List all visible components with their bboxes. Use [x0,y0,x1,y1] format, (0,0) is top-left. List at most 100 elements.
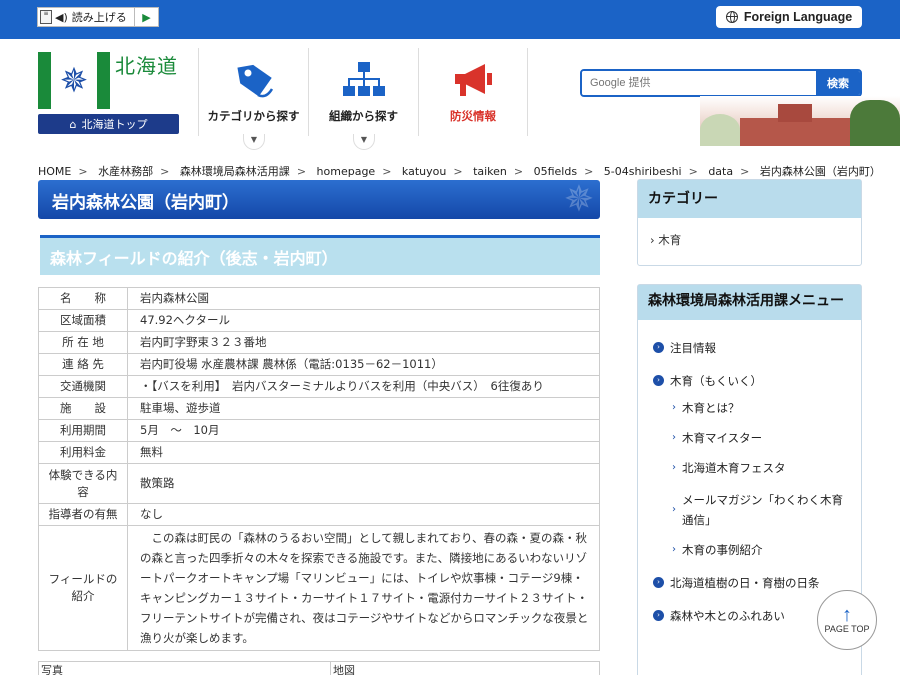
chevron-right-icon: › [672,432,676,443]
row-value: なし [127,503,600,526]
section-heading: 森林フィールドの紹介（後志・岩内町） [40,235,600,275]
row-header: フィールドの紹介 [38,525,128,651]
table-row: 所 在 地岩内町字野束３２３番地 [38,331,600,354]
breadcrumb-item[interactable]: 05fields [534,165,577,178]
chevron-circle-icon: › [653,342,664,353]
breadcrumb-item[interactable]: homepage [317,165,376,178]
row-value: 岩内森林公園 [127,287,600,310]
menu-item-label: 木育の事例紹介 [682,543,763,557]
chevron-down-icon[interactable]: ▼ [353,134,375,150]
row-header: 所 在 地 [38,331,128,354]
logo-text[interactable]: 北海道 [115,50,178,79]
submenu-item[interactable]: › 木育の事例紹介 [638,542,861,558]
row-value: この森は町民の「森林のうるおい空間」として親しまれており、春の森・夏の森・秋の森… [127,525,600,651]
breadcrumb-item[interactable]: taiken [473,165,507,178]
row-header: 利用料金 [38,441,128,464]
document-icon: ≡ [40,10,52,24]
breadcrumb-item[interactable]: 水産林務部 [98,165,153,178]
menu-item[interactable]: › 注目情報 [638,340,861,356]
table-row: 利用期間 5月 ～ 10月 [38,419,600,442]
row-header: 施 設 [38,397,128,420]
menu-item-label: 木育マイスター [682,431,763,445]
submenu-item[interactable]: › メールマガジン「わくわく木育通信」 [638,490,861,530]
breadcrumb-current: 岩内森林公園（岩内町） [759,165,881,178]
category-box: カテゴリー › 木育 [637,179,862,266]
row-value: 5月 ～ 10月 [127,419,600,442]
menu-item[interactable]: › 北海道植樹の日・育樹の日条 [638,575,861,591]
globe-icon [725,11,738,23]
row-value: 岩内町役場 水産農林課 農林係（電話:0135－62－1011） [127,353,600,376]
menu-item-label: 北海道植樹の日・育樹の日条 [670,576,820,590]
breadcrumb-item[interactable]: 森林環境局森林活用課 [180,165,290,178]
page-top-label: PAGE TOP [824,624,870,634]
table-row: フィールドの紹介 この森は町民の「森林のうるおい空間」として親しまれており、春の森… [38,525,600,651]
nav-category-search[interactable]: カテゴリから探す ▼ [198,48,308,150]
breadcrumb: HOME > 水産林務部 > 森林環境局森林活用課 > homepage > katuy… [38,165,881,178]
row-header: 体験できる内容 [38,463,128,504]
breadcrumb-item[interactable]: 5-04shiribeshi [604,165,682,178]
chevron-right-icon: › [672,402,676,413]
menu-item-label: 木育とは？ [682,401,740,415]
foreign-language-button[interactable]: Foreign Language [716,6,862,28]
table-row: 体験できる内容 散策路 [38,463,600,504]
nav-organization-search[interactable]: 組織から探す ▼ [308,48,418,150]
chevron-circle-icon: › [653,375,664,386]
submenu-item[interactable]: › 木育とは？ [638,400,861,416]
row-header: 利用期間 [38,419,128,442]
category-item-label: 木育 [658,233,682,247]
play-icon[interactable]: ▶ [134,8,158,26]
page-title-text: 岩内森林公園（岩内町） [52,193,239,213]
menu-item-label: 北海道木育フェスタ [682,461,786,475]
row-header: 区域面積 [38,309,128,332]
header-illustration [700,96,900,146]
page-title: 岩内森林公園（岩内町） ✵ [38,180,600,219]
top-bar: ≡ ◀) 読み上げる ▶ Foreign Language [0,0,900,39]
breadcrumb-item[interactable]: katuyou [402,165,446,178]
breadcrumb-item[interactable]: data [708,165,733,178]
megaphone-icon [450,58,496,104]
chevron-right-icon: › [672,462,676,473]
section-menu-title: 森林環境局森林活用課メニュー [638,285,861,320]
table-row: 指導者の有無 なし [38,503,600,526]
search-input[interactable] [582,71,816,95]
category-title: カテゴリー [638,180,861,218]
table-row: 区域面積 47.92ヘクタール [38,309,600,332]
menu-item-label: 注目情報 [670,341,716,355]
table-row: 交通機関 ・【バスを利用】 岩内バスターミナルよりバスを利用（中央バス） 6往復あ… [38,375,600,398]
foreign-language-label: Foreign Language [743,10,853,24]
hokkaido-top-link[interactable]: ⌂ 北海道トップ [38,114,179,134]
nav-disaster-info[interactable]: 防災情報 [418,48,528,136]
submenu-item[interactable]: › 北海道木育フェスタ [638,460,861,476]
row-value: 47.92ヘクタール [127,309,600,332]
read-aloud-label: 読み上げる [71,11,127,24]
page-top-button[interactable]: ↑ PAGE TOP [817,590,877,650]
row-header: 名 称 [38,287,128,310]
org-chart-icon [341,58,387,104]
table-row: 利用料金 無料 [38,441,600,464]
table-row: 連 絡 先岩内町役場 水産農林課 農林係（電話:0135－62－1011） [38,353,600,376]
breadcrumb-item[interactable]: HOME [38,165,71,178]
hokkaido-top-label: 北海道トップ [81,118,148,131]
nav-category-label: カテゴリから探す [207,109,300,123]
chevron-circle-icon: › [653,610,664,621]
arrow-up-icon: ↑ [842,604,852,626]
row-value: ・【バスを利用】 岩内バスターミナルよりバスを利用（中央バス） 6往復あり [127,375,600,398]
hokkaido-logo[interactable]: ✵ [38,52,110,109]
chevron-right-icon: › [650,233,655,247]
photo-map-header: 写真 地図 [38,661,600,675]
nav-organization-label: 組織から探す [329,109,398,123]
category-item[interactable]: › 木育 [638,218,861,262]
menu-item[interactable]: › 木育（もくいく） [638,373,861,389]
chevron-right-icon: › [672,544,676,555]
chevron-down-icon[interactable]: ▼ [243,134,265,150]
search-button[interactable]: 検索 [816,71,860,95]
submenu-item[interactable]: › 木育マイスター [638,430,861,446]
menu-item-label: 森林や木とのふれあい [670,609,785,623]
read-aloud-button[interactable]: ≡ ◀) 読み上げる ▶ [37,7,159,27]
row-value: 駐車場、遊歩道 [127,397,600,420]
menu-item-label: 木育（もくいく） [670,374,762,388]
home-icon: ⌂ [69,117,77,131]
tag-icon [231,58,277,104]
section-menu-list: › 注目情報 › 木育（もくいく） › 木育とは？ › 木育マイスター › 北海道木育フェ… [638,320,861,624]
table-row: 名 称岩内森林公園 [38,287,600,310]
